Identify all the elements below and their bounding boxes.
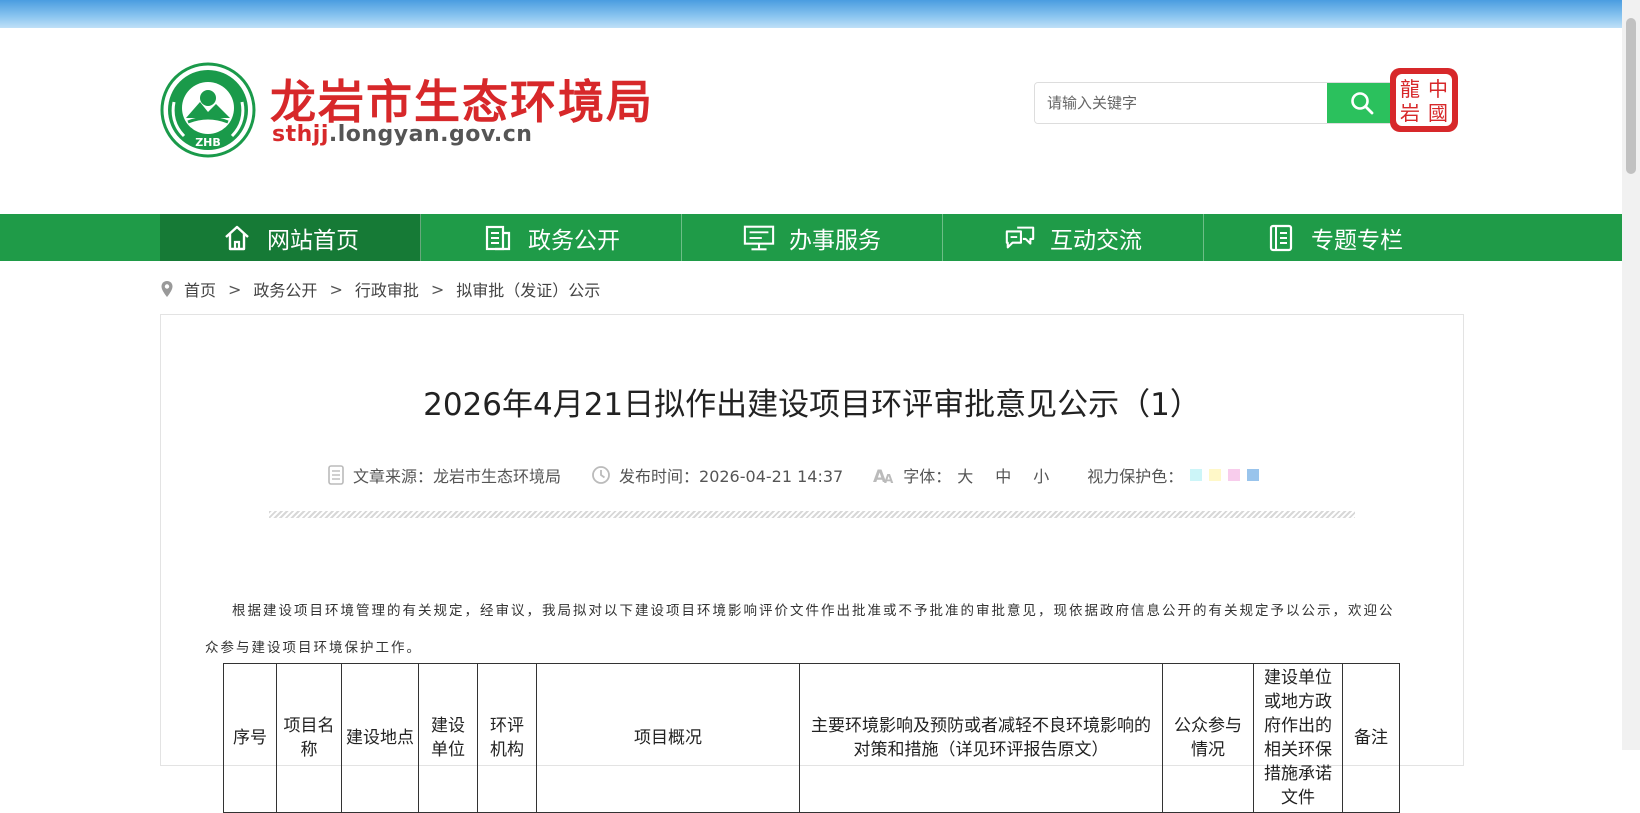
top-banner-strip bbox=[0, 0, 1640, 28]
chat-icon bbox=[1004, 222, 1036, 254]
home-icon bbox=[221, 222, 253, 254]
breadcrumb-home[interactable]: 首页 bbox=[184, 277, 216, 301]
eye-color-swatch-blue[interactable] bbox=[1247, 469, 1260, 481]
title-divider bbox=[269, 511, 1355, 518]
seal-char-4: 國 bbox=[1428, 101, 1448, 125]
clock-icon bbox=[591, 465, 611, 485]
table-header-cell: 备注 bbox=[1342, 663, 1400, 813]
breadcrumb-separator: > bbox=[329, 279, 343, 299]
article-publish-time: 发布时间：2026-04-21 14:37 bbox=[619, 467, 844, 486]
article-meta: 文章来源：龙岩市生态环境局 发布时间：2026-04-21 14:37 AA 字… bbox=[327, 463, 1289, 487]
eye-color-swatch-yellow[interactable] bbox=[1209, 469, 1222, 481]
table-header-cell: 建设单位或地方政府作出的相关环保措施承诺文件 bbox=[1253, 663, 1343, 813]
article-source: 文章来源：龙岩市生态环境局 bbox=[353, 467, 562, 486]
seal-char-3: 岩 bbox=[1400, 101, 1420, 125]
domain-prefix: sthjj bbox=[272, 122, 329, 147]
table-header-cell: 序号 bbox=[223, 663, 277, 813]
article-container: 2026年4月21日拟作出建设项目环评审批意见公示（1） 文章来源：龙岩市生态环… bbox=[160, 314, 1464, 813]
font-size-medium[interactable]: 中 bbox=[995, 463, 1011, 487]
table-header-cell: 主要环境影响及预防或者减轻不良环境影响的对策和措施（详见环评报告原文） bbox=[799, 663, 1163, 813]
table-header-cell: 公众参与情况 bbox=[1162, 663, 1254, 813]
nav-item-home[interactable]: 网站首页 bbox=[160, 214, 421, 261]
location-icon bbox=[161, 281, 173, 297]
nav-item-interaction[interactable]: 互动交流 bbox=[943, 214, 1204, 261]
nav-label-gov-affairs: 政务公开 bbox=[528, 227, 620, 254]
table-header-cell: 环评机构 bbox=[477, 663, 537, 813]
book-icon bbox=[1265, 222, 1297, 254]
scrollbar-thumb[interactable] bbox=[1626, 18, 1636, 174]
article-intro: 根据建设项目环境管理的有关规定，经审议，我局拟对以下建设项目环境影响评价文件作出… bbox=[205, 603, 1395, 656]
table-header-cell: 项目概况 bbox=[536, 663, 800, 813]
breadcrumb-gov-affairs[interactable]: 政务公开 bbox=[253, 277, 317, 301]
search-input[interactable] bbox=[1035, 83, 1327, 123]
font-size-icon: AA bbox=[873, 465, 895, 485]
domain-rest: .longyan.gov.cn bbox=[328, 122, 533, 147]
breadcrumb-current[interactable]: 拟审批（发证）公示 bbox=[456, 277, 600, 301]
table-header-cell: 项目名称 bbox=[276, 663, 342, 813]
nav-item-services[interactable]: 办事服务 bbox=[682, 214, 943, 261]
font-size-small[interactable]: 小 bbox=[1033, 463, 1049, 487]
table-header-row: 序号 项目名称 建设地点 建设单位 环评机构 项目概况 主要环境影响及预防或者减… bbox=[223, 663, 1400, 813]
breadcrumb-separator: > bbox=[228, 279, 242, 299]
font-size-large[interactable]: 大 bbox=[957, 463, 973, 487]
seal-char-2: 中 bbox=[1428, 77, 1448, 101]
document-icon bbox=[482, 222, 514, 254]
nav-label-interaction: 互动交流 bbox=[1050, 227, 1142, 254]
search-icon bbox=[1351, 92, 1374, 115]
eye-protection-label: 视力保护色： bbox=[1087, 467, 1184, 486]
nav-item-gov-affairs[interactable]: 政务公开 bbox=[421, 214, 682, 261]
eye-color-swatch-cyan[interactable] bbox=[1190, 469, 1203, 481]
main-nav: 网站首页 政务公开 办事服务 互动交流 专题专栏 bbox=[0, 214, 1622, 261]
service-icon bbox=[743, 222, 775, 254]
nav-label-services: 办事服务 bbox=[789, 227, 881, 254]
emblem-text: ZHB bbox=[195, 136, 221, 149]
breadcrumb: 首页 > 政务公开 > 行政审批 > 拟审批（发证）公示 bbox=[160, 277, 600, 301]
page-scrollbar[interactable] bbox=[1622, 0, 1640, 750]
eye-color-swatch-pink[interactable] bbox=[1228, 469, 1241, 481]
breadcrumb-admin-approval[interactable]: 行政审批 bbox=[355, 277, 419, 301]
project-table: 序号 项目名称 建设地点 建设单位 环评机构 项目概况 主要环境影响及预防或者减… bbox=[223, 663, 1400, 813]
search-box bbox=[1034, 82, 1398, 124]
breadcrumb-separator: > bbox=[430, 279, 445, 299]
site-header: ZHB 龙岩市生态环境局 sthjj.longyan.gov.cn 龍 中 岩 … bbox=[0, 28, 1622, 214]
table-header-cell: 建设单位 bbox=[418, 663, 478, 813]
seal-char-1: 龍 bbox=[1400, 77, 1420, 101]
nav-item-topics[interactable]: 专题专栏 bbox=[1204, 214, 1464, 261]
table-header-cell: 建设地点 bbox=[341, 663, 419, 813]
article-title: 2026年4月21日拟作出建设项目环评审批意见公示（1） bbox=[423, 387, 1201, 423]
emblem-logo-icon[interactable]: ZHB bbox=[160, 62, 256, 158]
svg-text:A: A bbox=[884, 472, 894, 485]
longyan-china-seal-icon: 龍 中 岩 國 bbox=[1390, 68, 1458, 132]
nav-label-home: 网站首页 bbox=[267, 227, 359, 254]
source-icon bbox=[327, 465, 345, 485]
font-size-label: 字体： bbox=[903, 467, 952, 486]
site-domain: sthjj.longyan.gov.cn bbox=[272, 122, 532, 147]
nav-label-topics: 专题专栏 bbox=[1311, 227, 1403, 254]
